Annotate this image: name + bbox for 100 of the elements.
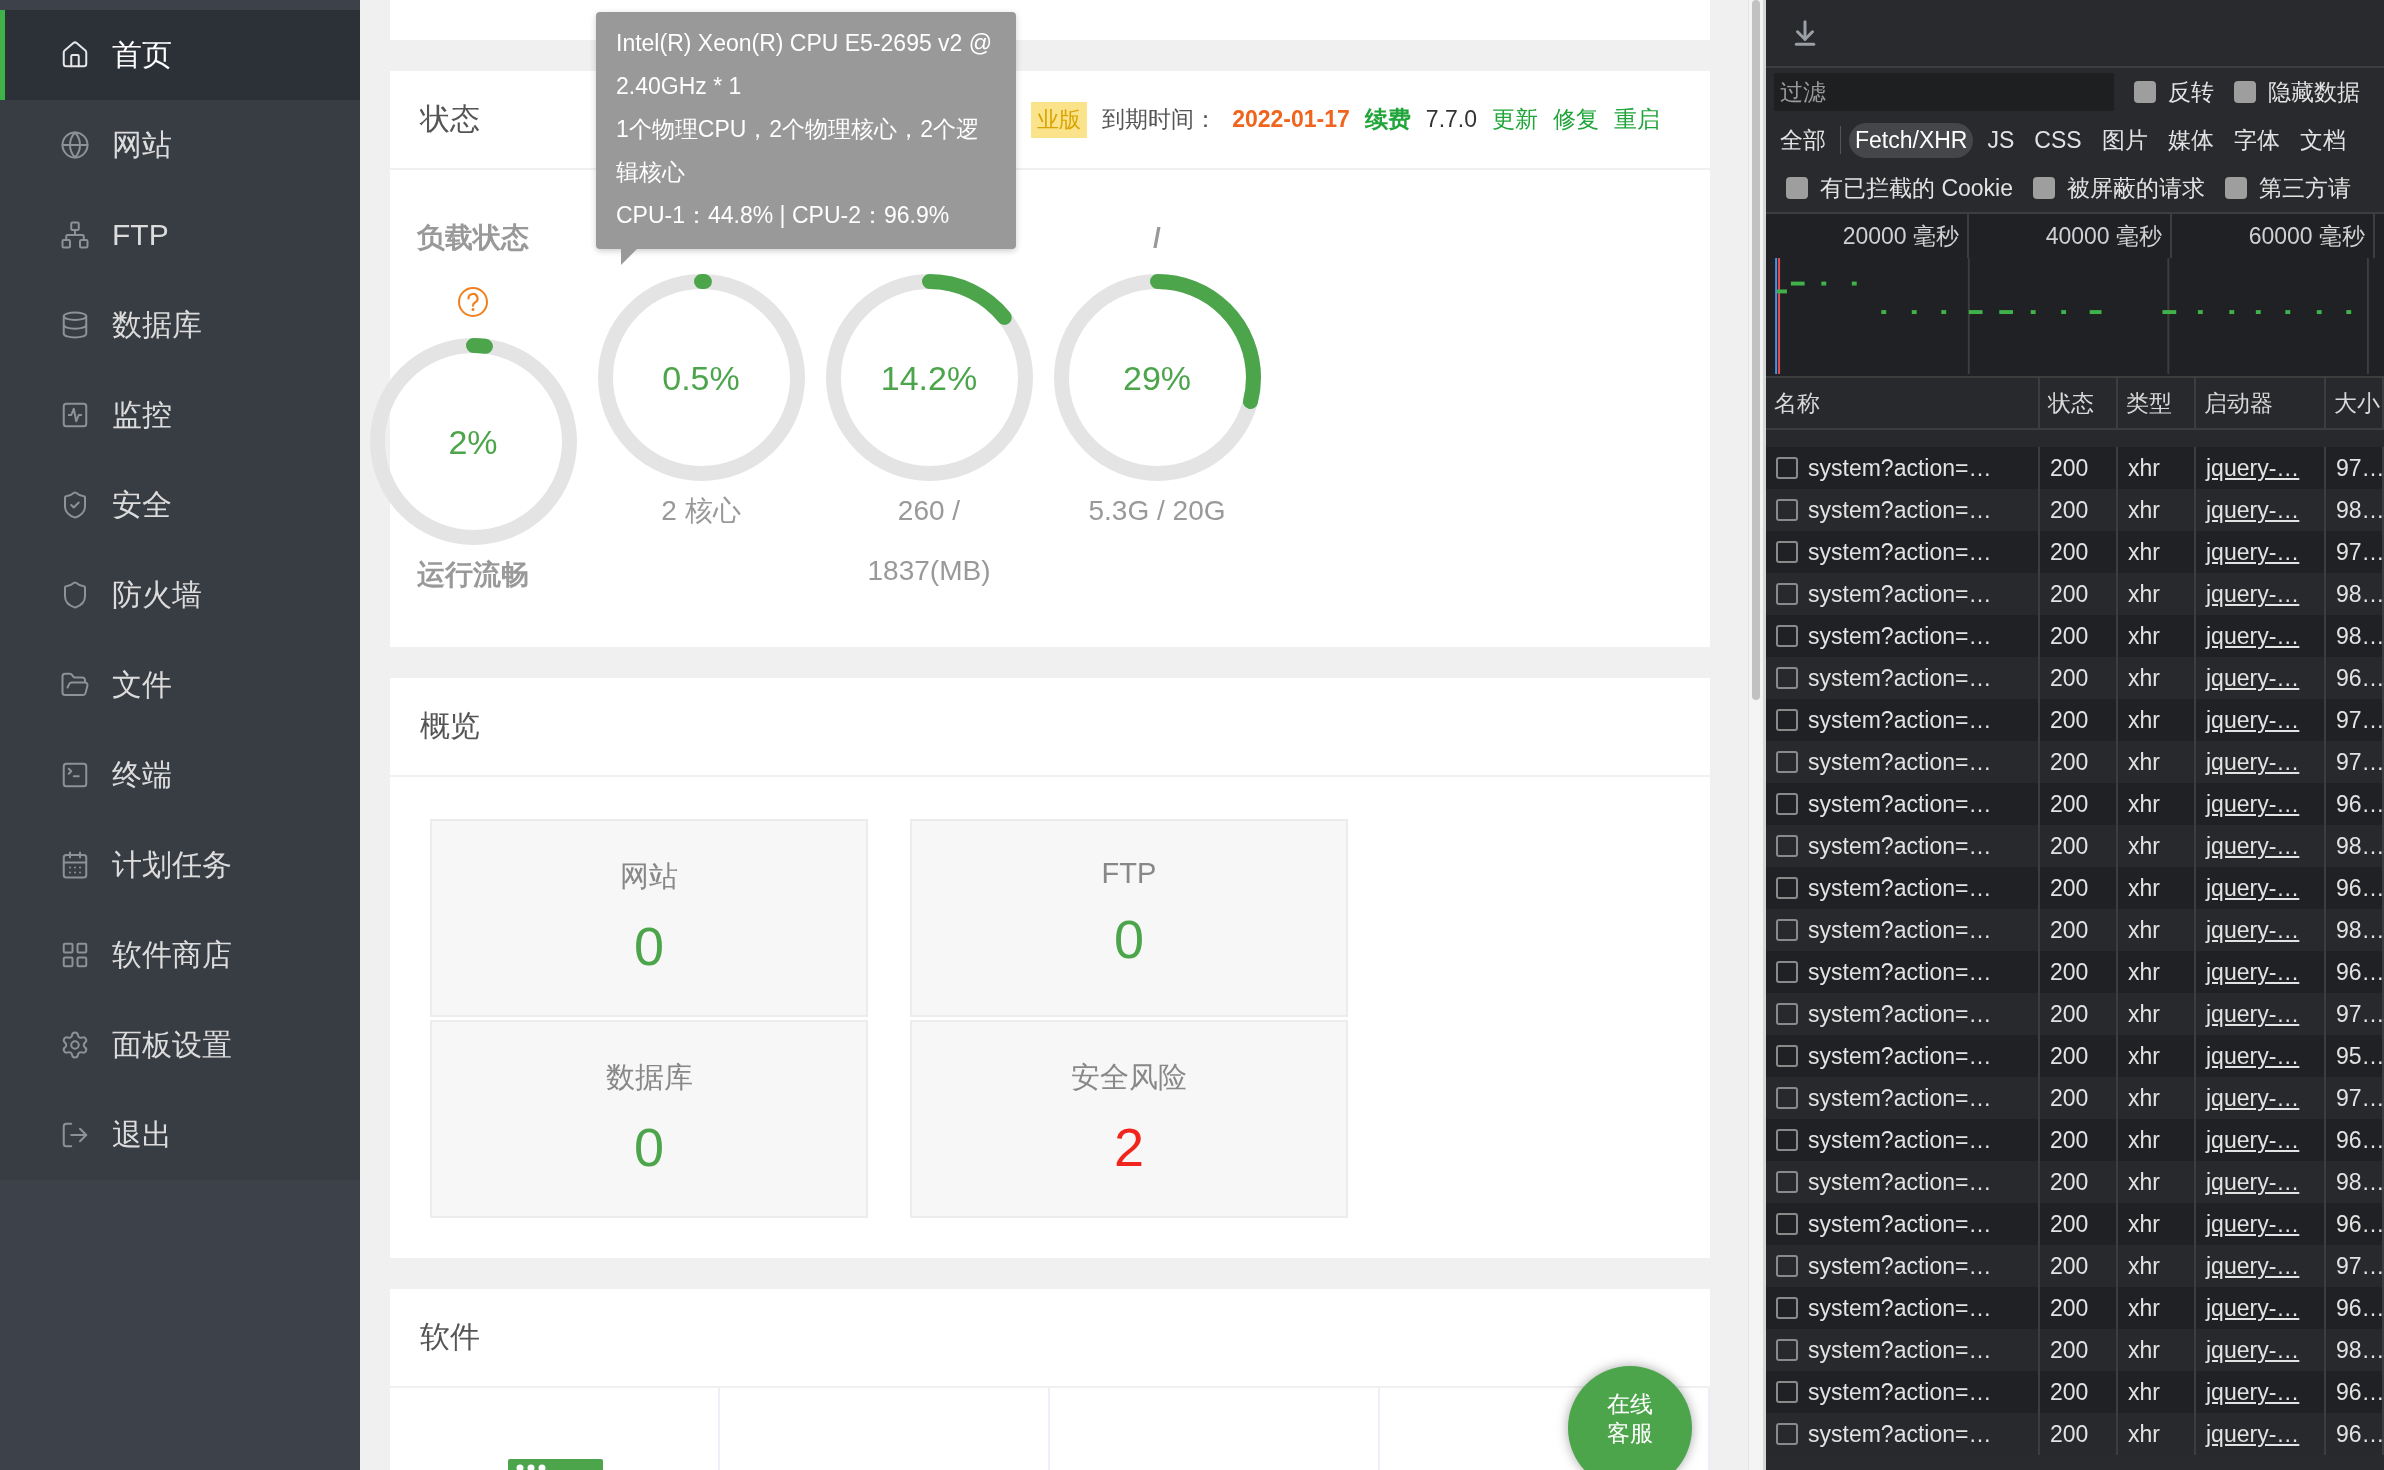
initiator-link[interactable]: jquery-… (2206, 916, 2300, 944)
checkbox-icon[interactable] (2234, 81, 2256, 103)
initiator-link[interactable]: jquery-… (2206, 622, 2300, 650)
type-filter-tab[interactable]: JS (1981, 122, 2021, 158)
nav-item[interactable]: 防火墙 (0, 550, 360, 640)
column-header[interactable]: 启动器 (2196, 378, 2326, 428)
column-header[interactable]: 名称 (1766, 378, 2040, 428)
type-filter-tab[interactable]: 媒体 (2161, 120, 2220, 160)
row-checkbox[interactable] (1776, 961, 1798, 983)
table-row[interactable]: system?action=… 200 xhr jquery-… 96… (1766, 1119, 2384, 1161)
nav-item[interactable]: 数据库 (0, 280, 360, 370)
nav-item[interactable]: FTP (0, 190, 360, 280)
initiator-link[interactable]: jquery-… (2206, 1042, 2300, 1070)
nav-item[interactable]: 面板设置 (0, 1000, 360, 1090)
table-row[interactable]: system?action=… 200 xhr jquery-… 98… (1766, 615, 2384, 657)
checkbox-icon[interactable] (2033, 177, 2055, 199)
filter-checkbox[interactable]: 隐藏数据 (2234, 76, 2360, 108)
initiator-link[interactable]: jquery-… (2206, 1294, 2300, 1322)
type-filter-tab[interactable]: Fetch/XHR (1849, 122, 1974, 158)
initiator-link[interactable]: jquery-… (2206, 1084, 2300, 1112)
filter-checkbox[interactable]: 反转 (2134, 76, 2214, 108)
initiator-link[interactable]: jquery-… (2206, 706, 2300, 734)
initiator-link[interactable]: jquery-… (2206, 454, 2300, 482)
row-checkbox[interactable] (1776, 1339, 1798, 1361)
initiator-link[interactable]: jquery-… (2206, 874, 2300, 902)
table-row[interactable]: system?action=… 200 xhr jquery-… 96… (1766, 867, 2384, 909)
initiator-link[interactable]: jquery-… (2206, 1378, 2300, 1406)
initiator-link[interactable]: jquery-… (2206, 1168, 2300, 1196)
nav-item[interactable]: 终端 (0, 730, 360, 820)
row-checkbox[interactable] (1776, 1381, 1798, 1403)
checkbox-icon[interactable] (2134, 81, 2156, 103)
initiator-link[interactable]: jquery-… (2206, 580, 2300, 608)
filter-checkbox[interactable]: 第三方请 (2225, 172, 2351, 204)
scrollbar-thumb[interactable] (1752, 0, 1760, 700)
row-checkbox[interactable] (1776, 1171, 1798, 1193)
row-checkbox[interactable] (1776, 499, 1798, 521)
initiator-link[interactable]: jquery-… (2206, 1252, 2300, 1280)
initiator-link[interactable]: jquery-… (2206, 748, 2300, 776)
table-row[interactable]: system?action=… 200 xhr jquery-… 96… (1766, 1287, 2384, 1329)
table-row[interactable]: system?action=… 200 xhr jquery-… 96… (1766, 1371, 2384, 1413)
filter-field[interactable]: 过滤 (1774, 73, 2114, 111)
nav-item[interactable]: 网站 (0, 100, 360, 190)
table-row[interactable]: system?action=… 200 xhr jquery-… 96… (1766, 1203, 2384, 1245)
row-checkbox[interactable] (1776, 1255, 1798, 1277)
row-checkbox[interactable] (1776, 1213, 1798, 1235)
row-checkbox[interactable] (1776, 1045, 1798, 1067)
table-row[interactable]: system?action=… 200 xhr jquery-… 95… (1766, 1035, 2384, 1077)
initiator-link[interactable]: jquery-… (2206, 1420, 2300, 1448)
initiator-link[interactable]: jquery-… (2206, 1126, 2300, 1154)
filter-checkbox[interactable]: 被屏蔽的请求 (2033, 172, 2205, 204)
type-filter-tab[interactable]: CSS (2028, 122, 2088, 158)
column-header[interactable]: 大小 (2326, 378, 2384, 428)
initiator-link[interactable]: jquery-… (2206, 538, 2300, 566)
type-filter-tab[interactable]: 全部 (1774, 120, 1832, 160)
row-checkbox[interactable] (1776, 1129, 1798, 1151)
row-checkbox[interactable] (1776, 919, 1798, 941)
checkbox-icon[interactable] (2225, 177, 2247, 199)
table-row[interactable]: system?action=… 200 xhr jquery-… 97… (1766, 699, 2384, 741)
row-checkbox[interactable] (1776, 1297, 1798, 1319)
row-checkbox[interactable] (1776, 583, 1798, 605)
nav-item[interactable]: 软件商店 (0, 910, 360, 1000)
nav-item[interactable]: 退出 (0, 1090, 360, 1180)
row-checkbox[interactable] (1776, 541, 1798, 563)
initiator-link[interactable]: jquery-… (2206, 832, 2300, 860)
initiator-link[interactable]: jquery-… (2206, 790, 2300, 818)
row-checkbox[interactable] (1776, 1003, 1798, 1025)
nav-item[interactable]: 文件 (0, 640, 360, 730)
initiator-link[interactable]: jquery-… (2206, 496, 2300, 524)
filter-checkbox[interactable]: 有已拦截的 Cookie (1786, 172, 2013, 204)
table-row[interactable]: system?action=… 200 xhr jquery-… 97… (1766, 531, 2384, 573)
row-checkbox[interactable] (1776, 751, 1798, 773)
table-row[interactable]: system?action=… 200 xhr jquery-… 97… (1766, 447, 2384, 489)
type-filter-tab[interactable]: 字体 (2227, 120, 2286, 160)
column-header[interactable]: 状态 (2040, 378, 2118, 428)
scrollbar[interactable] (1748, 0, 1763, 1470)
initiator-link[interactable]: jquery-… (2206, 1336, 2300, 1364)
nav-item[interactable]: 安全 (0, 460, 360, 550)
row-checkbox[interactable] (1776, 793, 1798, 815)
column-header[interactable]: 类型 (2118, 378, 2196, 428)
type-filter-tab[interactable]: 图片 (2095, 120, 2154, 160)
row-checkbox[interactable] (1776, 667, 1798, 689)
stat-card[interactable]: 安全风险 2 (910, 1020, 1348, 1218)
row-checkbox[interactable] (1776, 877, 1798, 899)
help-icon[interactable] (457, 286, 489, 318)
row-checkbox[interactable] (1776, 835, 1798, 857)
initiator-link[interactable]: jquery-… (2206, 958, 2300, 986)
row-checkbox[interactable] (1776, 1423, 1798, 1445)
type-filter-tab[interactable]: 文档 (2293, 120, 2352, 160)
initiator-link[interactable]: jquery-… (2206, 1210, 2300, 1238)
table-row[interactable]: system?action=… 200 xhr jquery-… 96… (1766, 783, 2384, 825)
table-row[interactable]: system?action=… 200 xhr jquery-… 96… (1766, 951, 2384, 993)
row-checkbox[interactable] (1776, 709, 1798, 731)
nav-item[interactable]: 计划任务 (0, 820, 360, 910)
row-checkbox[interactable] (1776, 1087, 1798, 1109)
checkbox-icon[interactable] (1786, 177, 1808, 199)
initiator-link[interactable]: jquery-… (2206, 1000, 2300, 1028)
row-checkbox[interactable] (1776, 457, 1798, 479)
nav-item[interactable]: 监控 (0, 370, 360, 460)
row-checkbox[interactable] (1776, 625, 1798, 647)
initiator-link[interactable]: jquery-… (2206, 664, 2300, 692)
